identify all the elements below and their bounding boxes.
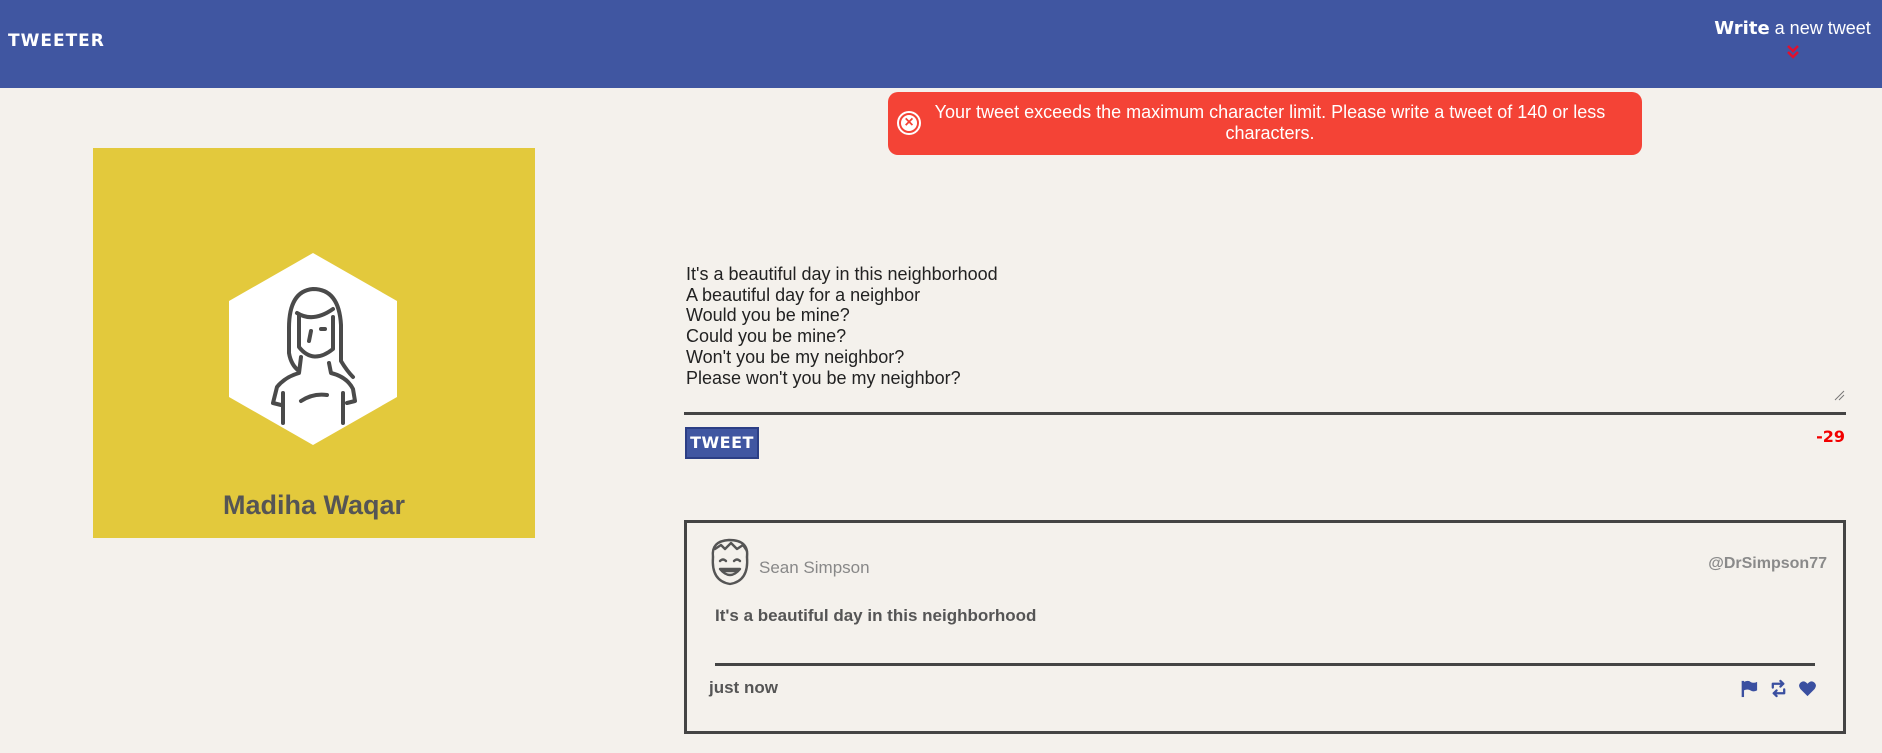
compose-divider [684, 412, 1846, 415]
retweet-icon[interactable] [1769, 679, 1788, 698]
compose-toggle-strong: Write [1714, 18, 1770, 39]
character-counter: -29 [1816, 427, 1845, 446]
brand-logo[interactable]: TWEETER [8, 31, 105, 51]
profile-name: Madiha Waqar [222, 490, 406, 520]
compose-toggle-label: a new tweet [1769, 18, 1871, 38]
tweet-button[interactable]: TWEET [685, 427, 759, 459]
write-new-tweet-toggle[interactable]: Write a new tweet [1705, 18, 1880, 68]
error-banner: Your tweet exceeds the maximum character… [888, 92, 1642, 155]
tweet-actions [1740, 679, 1817, 698]
top-nav: TWEETER Write a new tweet [0, 0, 1882, 88]
tweet-divider [715, 663, 1815, 666]
tweet-card: Sean Simpson @DrSimpson77 It's a beautif… [684, 520, 1846, 734]
tweet-textarea[interactable]: It's a beautiful day in this neighborhoo… [686, 264, 1846, 402]
heart-icon[interactable] [1798, 679, 1817, 698]
tweet-author-handle: @DrSimpson77 [1708, 555, 1827, 572]
profile-card: Madiha Waqar [93, 148, 535, 538]
flag-icon[interactable] [1740, 679, 1759, 698]
tweet-author-name: Sean Simpson [759, 558, 870, 577]
double-chevron-down-icon[interactable] [1785, 43, 1801, 61]
tweet-text: It's a beautiful day in this neighborhoo… [715, 606, 1037, 625]
error-message: Your tweet exceeds the maximum character… [934, 102, 1606, 143]
user-avatar-icon [229, 253, 397, 445]
error-close-icon[interactable] [899, 112, 919, 133]
tweet-timestamp: just now [709, 678, 778, 697]
author-avatar-icon [711, 538, 749, 586]
resize-handle-icon[interactable] [1833, 389, 1845, 401]
